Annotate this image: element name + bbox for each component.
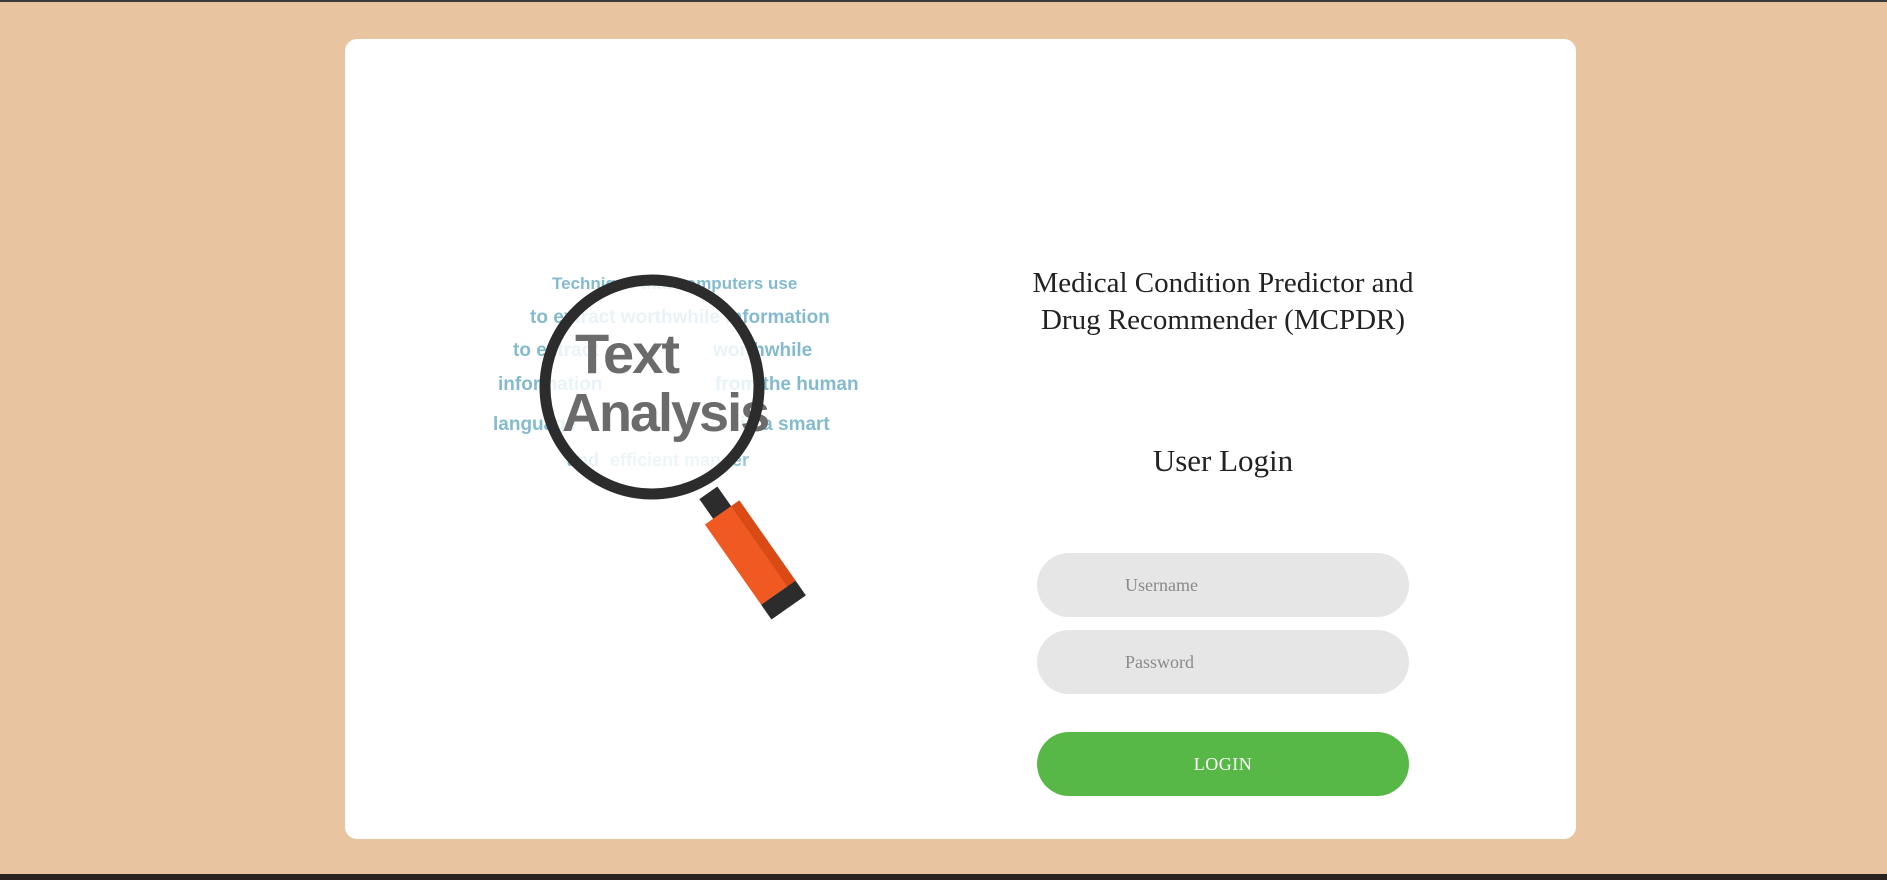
login-button[interactable]: LOGIN bbox=[1037, 732, 1409, 796]
password-input[interactable] bbox=[1037, 630, 1409, 694]
magnifying-glass-icon: Technique that computers use to extract … bbox=[493, 274, 859, 620]
login-panel: Medical Condition Predictor and Drug Rec… bbox=[1033, 39, 1413, 839]
app-title: Medical Condition Predictor and Drug Rec… bbox=[1032, 267, 1414, 336]
lens-analysis-word: Analysis bbox=[562, 383, 768, 443]
top-border bbox=[0, 0, 1887, 2]
username-input[interactable] bbox=[1037, 553, 1409, 617]
text-analysis-illustration: Technique that computers use to extract … bbox=[465, 259, 885, 679]
login-heading: User Login bbox=[1152, 443, 1294, 478]
bottom-border bbox=[0, 874, 1887, 880]
lens-text-word: Text bbox=[575, 322, 679, 385]
login-card: Technique that computers use to extract … bbox=[345, 39, 1576, 839]
